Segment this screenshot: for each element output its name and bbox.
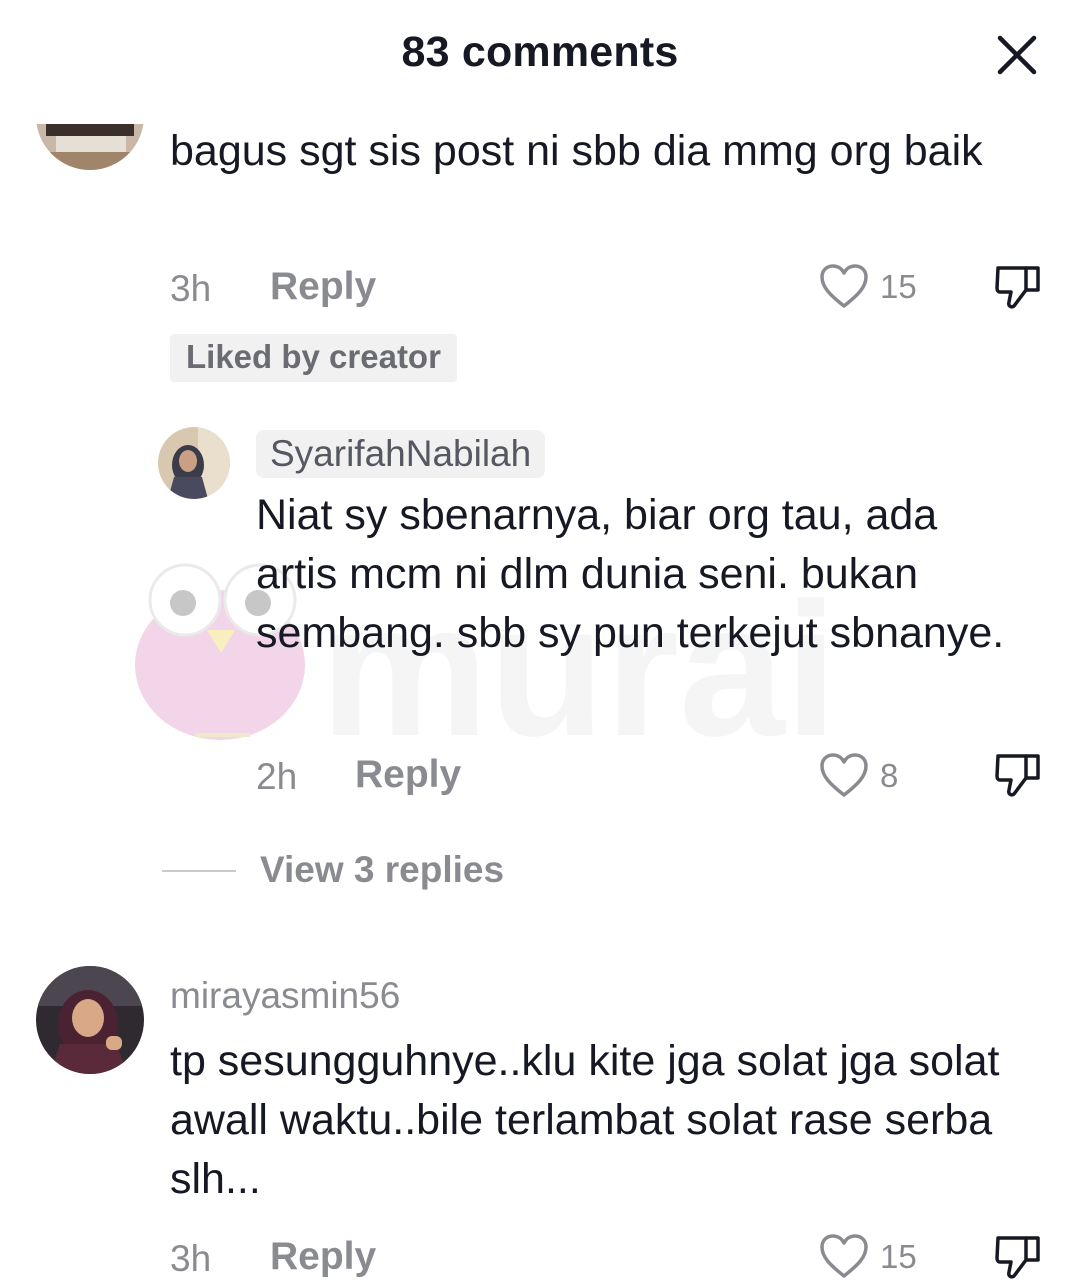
close-icon[interactable]	[992, 30, 1042, 80]
dislike-icon[interactable]	[992, 750, 1044, 800]
like-count: 8	[880, 757, 899, 794]
like-count: 15	[880, 268, 917, 305]
dislike-icon[interactable]	[992, 262, 1044, 312]
reply-button[interactable]: Reply	[270, 1235, 376, 1279]
reply-button[interactable]: Reply	[355, 753, 461, 797]
comment-time: 3h	[170, 1238, 212, 1279]
avatar[interactable]	[158, 427, 230, 499]
comment-time: 2h	[256, 756, 298, 797]
reply-button[interactable]: Reply	[270, 265, 376, 309]
heart-icon[interactable]	[818, 262, 870, 310]
page-title: 83 comments	[401, 28, 679, 76]
comment-text: bagus sgt sis post ni sbb dia mmg org ba…	[170, 127, 983, 175]
username[interactable]: SyarifahNabilah	[256, 430, 546, 478]
comment-time: 3h	[170, 268, 212, 309]
comment-text: tp sesungguhnye..klu kite jga solat jga …	[170, 1037, 1000, 1203]
dislike-icon[interactable]	[992, 1232, 1044, 1282]
like-count: 15	[880, 1238, 917, 1275]
avatar[interactable]	[36, 966, 144, 1074]
avatar[interactable]	[36, 124, 144, 170]
view-replies-button[interactable]: View 3 replies	[260, 849, 504, 891]
heart-icon[interactable]	[818, 1232, 870, 1280]
liked-by-creator-badge: Liked by creator	[170, 334, 457, 382]
username[interactable]: mirayasmin56	[170, 975, 400, 1017]
replies-divider	[162, 870, 236, 872]
heart-icon[interactable]	[818, 751, 870, 799]
comment-text: Niat sy sbenarnya, biar org tau, ada art…	[256, 491, 1005, 657]
